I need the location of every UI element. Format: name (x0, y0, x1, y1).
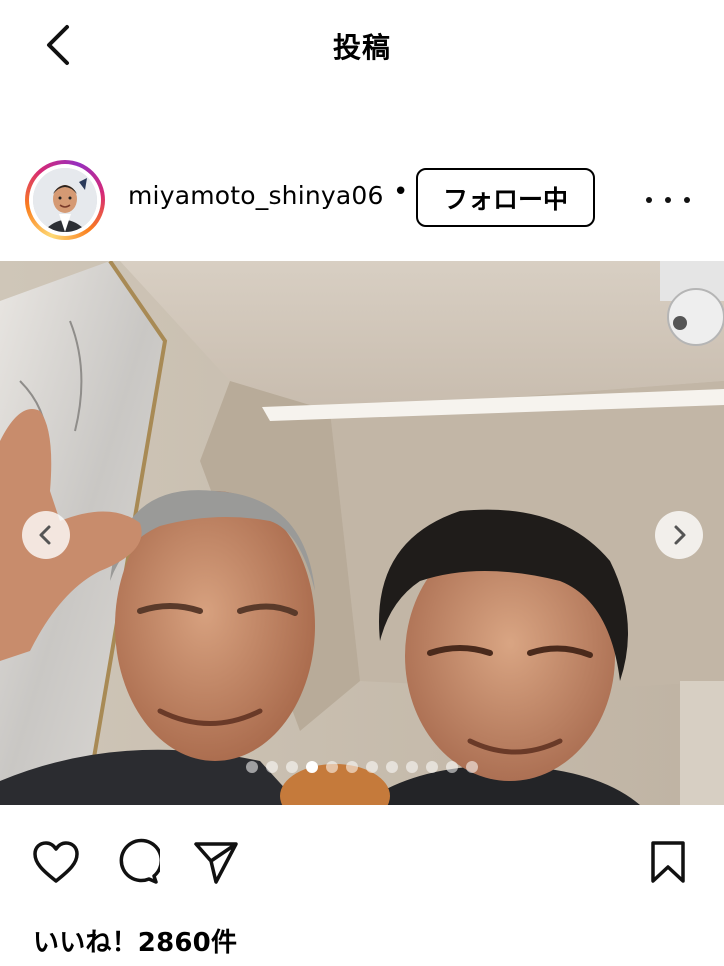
chevron-left-icon (39, 525, 51, 545)
separator-dot: • (393, 177, 409, 207)
carousel-dot (326, 761, 338, 773)
carousel-prev-button[interactable] (22, 511, 70, 559)
more-horizontal-icon (646, 197, 652, 203)
like-button[interactable] (30, 836, 82, 888)
carousel-dot (346, 761, 358, 773)
send-icon (194, 842, 238, 884)
more-options-button[interactable] (646, 185, 690, 215)
likes-count[interactable]: いいね！2860件 (33, 922, 237, 959)
top-bar: 投稿 (0, 0, 724, 90)
comment-button[interactable] (110, 836, 162, 888)
comment-icon (119, 838, 160, 884)
post-photo[interactable] (0, 261, 724, 805)
carousel-dot (286, 761, 298, 773)
carousel-indicator (0, 761, 724, 773)
carousel-dot (446, 761, 458, 773)
carousel-dot (386, 761, 398, 773)
chevron-right-icon (674, 525, 686, 545)
carousel-dot (466, 761, 478, 773)
carousel-dot-active (306, 761, 318, 773)
page-title: 投稿 (332, 31, 391, 64)
carousel-next-button[interactable] (655, 511, 703, 559)
heart-icon (33, 841, 79, 883)
avatar-image (33, 168, 97, 232)
bookmark-icon (651, 841, 685, 883)
username-link[interactable]: miyamoto_shinya06 (128, 181, 384, 210)
following-button[interactable]: フォロー中 (416, 168, 595, 227)
carousel-dot (406, 761, 418, 773)
carousel-dot (366, 761, 378, 773)
share-button[interactable] (190, 836, 242, 888)
photo-image (0, 261, 724, 805)
post-header: miyamoto_shinya06 • フォロー中 (0, 155, 724, 241)
action-bar (0, 830, 724, 900)
save-button[interactable] (642, 836, 694, 888)
carousel-dot (266, 761, 278, 773)
avatar[interactable] (25, 160, 105, 240)
carousel-dot (246, 761, 258, 773)
carousel-dot (426, 761, 438, 773)
